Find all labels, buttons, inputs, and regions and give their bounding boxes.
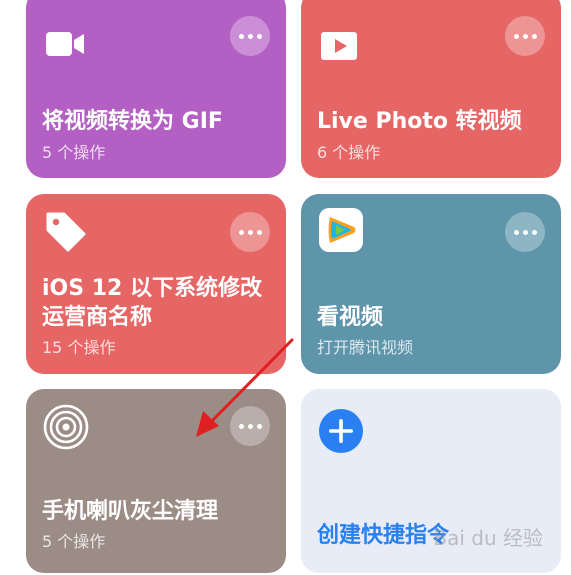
card-title: 手机喇叭灰尘清理 bbox=[42, 499, 219, 524]
card-subtitle: 5 个操作 bbox=[42, 143, 106, 162]
create-shortcut-label: 创建快捷指令 bbox=[317, 523, 450, 548]
shortcut-card-video-to-gif[interactable]: 将视频转换为 GIF 5 个操作 bbox=[26, 0, 286, 178]
shortcut-card-live-photo-to-video[interactable]: Live Photo 转视频 6 个操作 bbox=[301, 0, 561, 178]
shortcut-card-carrier-name[interactable]: iOS 12 以下系统修改 运营商名称 15 个操作 bbox=[26, 194, 286, 374]
more-options-button[interactable] bbox=[230, 406, 270, 446]
card-subtitle: 5 个操作 bbox=[42, 532, 106, 551]
card-subtitle: 15 个操作 bbox=[42, 338, 116, 357]
tag-icon bbox=[42, 206, 90, 254]
concentric-circles-icon bbox=[42, 403, 90, 451]
card-title: 看视频 bbox=[317, 305, 384, 330]
more-options-button[interactable] bbox=[230, 16, 270, 56]
shortcut-card-speaker-dust-clean[interactable]: 手机喇叭灰尘清理 5 个操作 bbox=[26, 389, 286, 573]
watermark: Bai du 经验 bbox=[433, 526, 543, 550]
tencent-video-logo bbox=[317, 206, 365, 254]
card-title-line1: iOS 12 以下系统修改 bbox=[42, 276, 263, 301]
shortcut-card-watch-video[interactable]: 看视频 打开腾讯视频 bbox=[301, 194, 561, 374]
card-title: 将视频转换为 GIF bbox=[42, 109, 223, 134]
card-title-line2: 运营商名称 bbox=[42, 305, 153, 330]
card-title: Live Photo 转视频 bbox=[317, 109, 522, 134]
card-subtitle: 打开腾讯视频 bbox=[317, 338, 414, 357]
play-video-icon bbox=[317, 22, 365, 70]
more-options-button[interactable] bbox=[505, 16, 545, 56]
more-options-button[interactable] bbox=[505, 212, 545, 252]
plus-icon bbox=[317, 407, 365, 455]
more-options-button[interactable] bbox=[230, 212, 270, 252]
video-camera-icon bbox=[42, 22, 90, 70]
shortcuts-gallery: 将视频转换为 GIF 5 个操作 Live Photo 转视频 6 个操作 iO… bbox=[0, 0, 571, 575]
card-subtitle: 6 个操作 bbox=[317, 143, 381, 162]
